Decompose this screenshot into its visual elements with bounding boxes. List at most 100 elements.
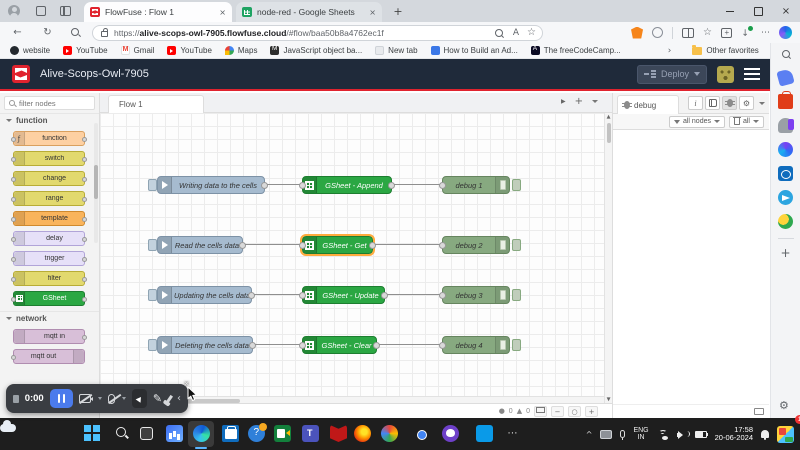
input-port[interactable] <box>299 182 306 189</box>
widgets-icon[interactable] <box>166 425 183 442</box>
node-inject-get[interactable]: Read the cells data <box>157 236 243 254</box>
output-port[interactable] <box>261 182 268 189</box>
flow-canvas[interactable]: Writing data to the cells GSheet - Appen… <box>100 113 612 403</box>
downloads-icon[interactable]: ← <box>741 27 752 38</box>
tab-close-icon[interactable]: × <box>219 8 226 17</box>
browser-icon[interactable] <box>381 425 398 442</box>
scroll-up-icon[interactable]: ▲ <box>605 113 612 121</box>
bookmark-item[interactable]: The freeCodeCamp... <box>531 46 621 55</box>
debug-tab[interactable]: debug <box>617 95 679 114</box>
node-debug-3[interactable]: debug 3 <box>442 286 510 304</box>
notifications-bell-icon[interactable] <box>761 430 769 438</box>
palette-node-filter[interactable]: filter <box>13 271 85 286</box>
tab-close-icon[interactable]: × <box>369 8 376 17</box>
palette-node-function[interactable]: ƒfunction <box>13 131 85 146</box>
other-favorites[interactable]: Other favorites <box>692 46 758 55</box>
input-port[interactable] <box>439 242 446 249</box>
start-button[interactable] <box>84 425 101 442</box>
palette-node-trigger[interactable]: trigger <box>13 251 85 266</box>
tools-icon[interactable] <box>778 94 793 109</box>
firefox-icon[interactable] <box>354 425 371 442</box>
sidebar-menu-icon[interactable] <box>759 102 765 105</box>
palette-search[interactable] <box>4 96 95 110</box>
vscode-icon[interactable] <box>476 425 493 442</box>
palette-node-mqtt-in[interactable]: mqtt in <box>13 329 85 344</box>
tab-scroll-icon[interactable]: ▶ <box>561 98 566 105</box>
taskbar-search-icon[interactable] <box>114 425 131 442</box>
flow-list-icon[interactable] <box>592 100 598 103</box>
bookmark-item[interactable]: website <box>10 46 50 55</box>
metamask-icon[interactable] <box>631 27 643 39</box>
mic-off-icon[interactable] <box>108 394 115 404</box>
input-port[interactable] <box>439 292 446 299</box>
bookmark-item[interactable]: JavaScript object ba... <box>270 46 362 55</box>
output-port[interactable] <box>381 292 388 299</box>
zoom-out-button[interactable]: − <box>551 406 564 417</box>
node-debug-4[interactable]: debug 4 <box>442 336 510 354</box>
tray-mic-icon[interactable] <box>620 430 625 438</box>
scroll-down-icon[interactable]: ▲ <box>605 395 612 403</box>
zoom-in-button[interactable]: + <box>585 406 598 417</box>
node-gsheet-get-selected[interactable]: GSheet - Get <box>302 236 373 254</box>
output-port[interactable] <box>248 292 255 299</box>
sidebar-search-icon[interactable] <box>779 47 793 61</box>
debug-toggle-button[interactable] <box>512 289 521 301</box>
camera-menu-icon[interactable] <box>98 397 102 400</box>
browser-tab-sheets[interactable]: node-red - Google Sheets × <box>236 2 382 22</box>
edge-icon[interactable] <box>193 425 210 442</box>
favorites-icon[interactable]: ☆ <box>703 28 712 38</box>
debug-toggle-button[interactable] <box>512 239 521 251</box>
node-gsheet-append[interactable]: GSheet - Append <box>302 176 392 194</box>
palette-category-function[interactable]: function <box>0 113 99 126</box>
bookmark-item[interactable]: How to Build an Ad... <box>431 46 518 55</box>
outlook-icon[interactable] <box>778 166 793 181</box>
node-inject-update[interactable]: Updating the cells data <box>157 286 252 304</box>
store-icon[interactable] <box>222 425 239 442</box>
camera-off-icon[interactable] <box>79 394 91 403</box>
inject-button[interactable] <box>148 179 157 191</box>
input-port[interactable] <box>299 242 306 249</box>
add-sidebar-icon[interactable]: + <box>780 248 790 258</box>
bookmarks-overflow-icon[interactable]: › <box>668 46 672 56</box>
node-gsheet-clear[interactable]: GSheet - Clear <box>302 336 377 354</box>
output-port[interactable] <box>249 342 256 349</box>
telegram-icon[interactable] <box>778 190 793 205</box>
copilot-icon[interactable] <box>779 26 792 39</box>
cast-icon[interactable] <box>600 430 612 439</box>
output-port[interactable] <box>373 342 380 349</box>
restore-button[interactable] <box>744 0 772 22</box>
task-view-icon[interactable] <box>140 427 153 440</box>
shopping-icon[interactable] <box>776 68 794 86</box>
help-tab-button[interactable] <box>705 96 720 110</box>
mic-menu-icon[interactable] <box>122 397 126 400</box>
flow-tab[interactable]: Flow 1 <box>108 95 204 113</box>
palette-category-network[interactable]: network <box>0 311 99 324</box>
palette-node-delay[interactable]: delay <box>13 231 85 246</box>
office-profile-icon[interactable] <box>778 118 793 133</box>
bookmark-item[interactable]: YouTube <box>63 46 107 55</box>
eraser-tool-icon[interactable] <box>166 394 173 402</box>
node-inject-clear[interactable]: Deleting the cells data <box>157 336 253 354</box>
deploy-caret-icon[interactable] <box>694 72 700 76</box>
palette-node-range[interactable]: range <box>13 191 85 206</box>
read-aloud-icon[interactable]: A <box>513 28 519 38</box>
back-icon[interactable]: ← <box>10 25 25 40</box>
inject-button[interactable] <box>148 239 157 251</box>
clock[interactable]: 17:5820-06-2024 <box>715 426 753 443</box>
output-port[interactable] <box>239 242 246 249</box>
input-port[interactable] <box>299 292 306 299</box>
collapse-toolbar-icon[interactable]: ‹ <box>177 393 181 404</box>
debug-tab-button[interactable] <box>722 96 737 110</box>
zoom-reset-button[interactable]: ○ <box>568 406 581 417</box>
bookmark-item[interactable]: Maps <box>225 46 258 55</box>
debug-toggle-button[interactable] <box>512 179 521 191</box>
split-screen-icon[interactable] <box>682 28 694 38</box>
scrollbar-thumb[interactable] <box>607 123 611 143</box>
refresh-icon[interactable]: ↻ <box>40 25 55 40</box>
pause-button[interactable] <box>50 389 74 408</box>
zoom-icon[interactable] <box>492 26 505 39</box>
info-tab-button[interactable]: i <box>688 96 703 110</box>
browser-tab-flowfuse[interactable]: FlowFuse : Flow 1 × <box>84 2 232 22</box>
favorite-star-icon[interactable]: ☆ <box>527 27 536 38</box>
github-desktop-icon[interactable] <box>442 425 459 442</box>
